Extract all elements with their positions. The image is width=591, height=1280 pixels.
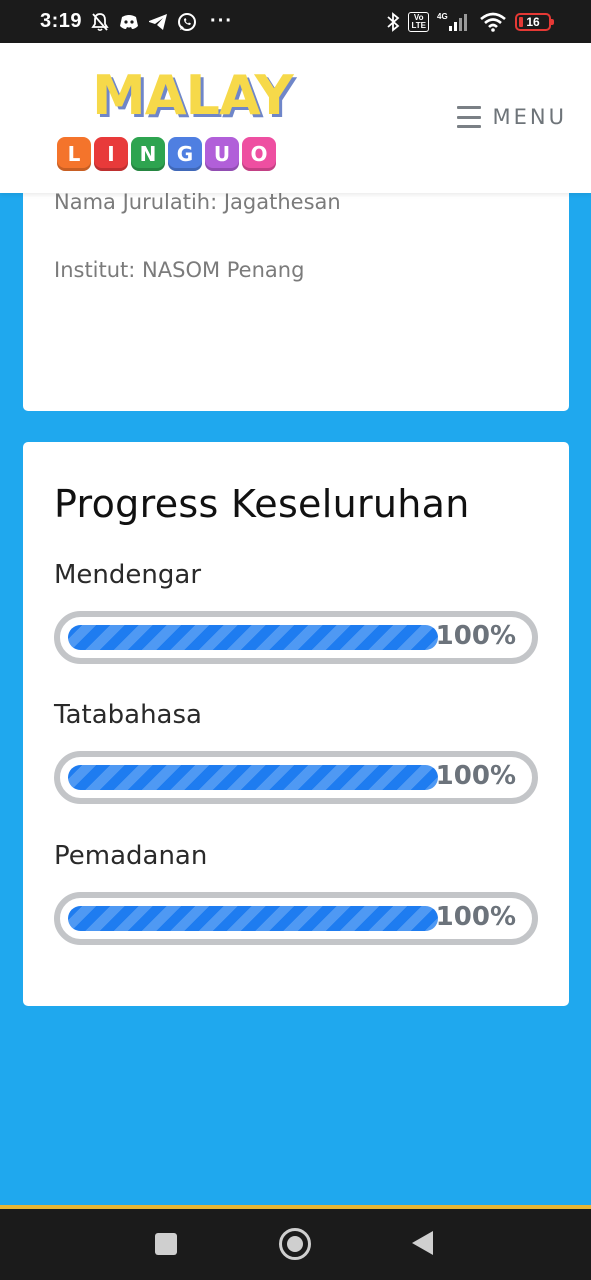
- logo-letter-tiles: LINGUO: [57, 137, 276, 171]
- malay-linguo-logo[interactable]: MALAY LINGUO: [57, 65, 294, 175]
- back-triangle-icon[interactable]: [412, 1231, 433, 1255]
- more-notifications-indicator: ···: [210, 10, 234, 32]
- system-navigation-bar: [0, 1209, 591, 1280]
- logo-tile-g: G: [168, 137, 202, 171]
- progress-bar-fill: [68, 906, 438, 931]
- menu-label: MENU: [492, 105, 567, 129]
- progress-percent: 100%: [435, 621, 516, 651]
- progress-bar-fill: [68, 625, 438, 650]
- notifications-off-icon: [90, 12, 110, 32]
- logo-tile-l: L: [57, 137, 91, 171]
- progress-percent: 100%: [435, 761, 516, 791]
- logo-tile-u: U: [205, 137, 239, 171]
- progress-bar-tatabahasa: 100%: [54, 751, 538, 804]
- progress-card-title: Progress Keseluruhan: [54, 482, 470, 526]
- status-left-icons: ···: [90, 10, 233, 33]
- trainer-info-card: Nama Jurulatih: Jagathesan Institut: NAS…: [23, 160, 569, 411]
- wifi-icon: [479, 12, 507, 32]
- institute-name: Institut: NASOM Penang: [54, 258, 305, 282]
- status-time: 3:19: [40, 10, 83, 32]
- logo-tile-i: I: [94, 137, 128, 171]
- site-header: MALAY LINGUO MENU: [0, 43, 591, 193]
- menu-button[interactable]: MENU: [456, 105, 567, 129]
- logo-wordmark-top: MALAY: [92, 64, 294, 127]
- progress-bar-fill: [68, 765, 438, 790]
- skill-label-tatabahasa: Tatabahasa: [54, 700, 202, 730]
- progress-bar-mendengar: 100%: [54, 611, 538, 664]
- status-right-icons: Vo LTE 4G 16: [386, 11, 554, 33]
- skill-label-pemadanan: Pemadanan: [54, 841, 208, 871]
- discord-icon: [119, 13, 139, 31]
- volte-icon: Vo LTE: [408, 11, 429, 32]
- signal-4g-icon: 4G: [437, 11, 471, 33]
- bluetooth-icon: [386, 11, 400, 32]
- telegram-icon: [148, 13, 168, 31]
- hamburger-menu-icon: [456, 106, 481, 128]
- home-circle-icon[interactable]: [279, 1228, 311, 1260]
- progress-bar-pemadanan: 100%: [54, 892, 538, 945]
- trainer-name: Nama Jurulatih: Jagathesan: [54, 190, 341, 214]
- logo-tile-n: N: [131, 137, 165, 171]
- whatsapp-icon: [177, 12, 197, 32]
- status-bar: 3:19 ··· Vo LTE 4G 16: [0, 0, 591, 43]
- logo-tile-o: O: [242, 137, 276, 171]
- battery-level: 16: [526, 14, 540, 29]
- battery-icon: 16: [515, 12, 554, 31]
- overall-progress-card: Progress Keseluruhan Mendengar 100% Tata…: [23, 442, 569, 1006]
- skill-label-mendengar: Mendengar: [54, 560, 202, 590]
- svg-text:4G: 4G: [437, 12, 448, 21]
- recents-square-icon[interactable]: [155, 1233, 177, 1255]
- progress-percent: 100%: [435, 902, 516, 932]
